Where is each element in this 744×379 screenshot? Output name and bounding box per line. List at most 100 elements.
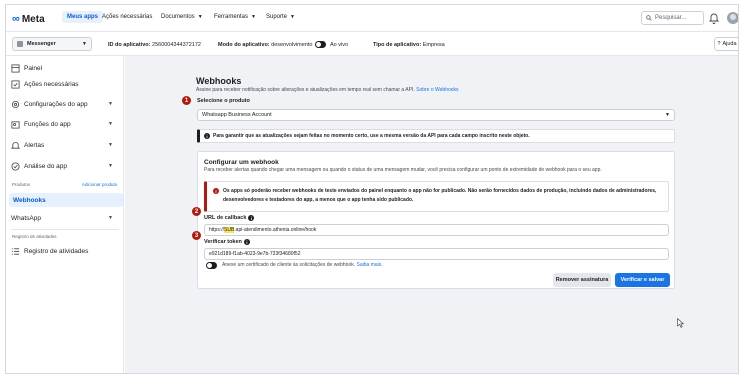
- app-icon: [17, 41, 23, 47]
- dashboard-icon: [11, 63, 20, 73]
- sidebar-item-label: Análise do app: [24, 162, 68, 170]
- sidebar-item-dashboard[interactable]: Painel: [11, 61, 119, 75]
- chevron-down-icon: ▼: [108, 163, 113, 169]
- live-label: Ao vivo: [330, 42, 349, 48]
- nav-documents-label: Documentos: [161, 14, 195, 20]
- sidebar-item-label: Webhooks: [13, 196, 46, 204]
- top-nav: ∞ Meta Meus apps Ações necessárias Docum…: [6, 5, 738, 32]
- nav-my-apps-label: Meus apps: [67, 14, 99, 20]
- card-subtitle: Para receber alertas quando chegar uma m…: [204, 167, 602, 173]
- callback-url-label-text: URL de callback: [204, 215, 247, 221]
- info-icon: i: [243, 239, 250, 245]
- sidebar-item-label: Registro de atividades: [24, 247, 89, 255]
- chevron-down-icon: ▼: [108, 121, 113, 127]
- about-webhooks-link[interactable]: Sobre o Webhooks: [416, 87, 458, 93]
- chevron-down-icon: ▼: [108, 215, 113, 221]
- page-subtitle-text: Assine para receber notificação sobre al…: [196, 87, 415, 93]
- caret-down-icon: ▼: [251, 14, 256, 20]
- add-product-link[interactable]: Adicionar produto: [82, 182, 117, 187]
- product-select-value: Whatsapp Business Account: [202, 112, 272, 118]
- callback-url-highlight: SUB: [224, 227, 235, 233]
- product-select[interactable]: Whatsapp Business Account ▼: [197, 109, 675, 121]
- api-version-notice-text: Para garantir que as atualizações sejam …: [213, 133, 530, 139]
- webhook-config-card: Configurar um webhook Para receber alert…: [197, 151, 675, 289]
- sidebar: Painel Ações necessárias Configurações d…: [6, 56, 124, 373]
- step-badge-3: 3: [192, 231, 201, 240]
- nav-actions-needed[interactable]: Ações necessárias: [102, 14, 152, 20]
- main-content: Webhooks Assine para receber notificação…: [125, 56, 738, 373]
- card-title: Configurar um webhook: [204, 159, 279, 166]
- verify-token-label: Verificar token i: [204, 239, 250, 245]
- callback-url-suffix: .api-atendimento.athenia.online/hook: [234, 227, 317, 233]
- learn-more-link[interactable]: Saiba mais.: [357, 262, 383, 268]
- nav-documents[interactable]: Documentos ▼: [161, 14, 203, 20]
- nav-tools-label: Ferramentas: [214, 14, 249, 20]
- activity-section-label: Registro de atividades: [12, 234, 57, 239]
- sidebar-item-app-settings[interactable]: Configurações do app ▼: [11, 97, 119, 111]
- help-icon: ?: [717, 41, 721, 47]
- warning-text: Os apps só poderão receber webhooks de t…: [223, 188, 657, 203]
- verify-and-save-button[interactable]: Verificar e salvar: [615, 273, 670, 287]
- info-icon: i: [204, 133, 210, 139]
- warning-icon: !: [213, 188, 219, 194]
- chevron-down-icon: ▼: [108, 142, 113, 148]
- search-input[interactable]: Pesquisar...: [641, 11, 704, 25]
- list-icon: [11, 247, 20, 255]
- caret-down-icon: ▼: [197, 14, 203, 20]
- sidebar-item-actions[interactable]: Ações necessárias: [11, 77, 119, 91]
- help-label: Ajuda: [722, 41, 737, 47]
- nav-actions-needed-label: Ações necessárias: [102, 14, 153, 20]
- sidebar-item-webhooks[interactable]: Webhooks: [9, 193, 123, 207]
- nav-support[interactable]: Suporte ▼: [266, 14, 295, 20]
- sidebar-item-whatsapp[interactable]: WhatsApp ▼: [11, 211, 119, 225]
- client-cert-label: Anexe um certificado de cliente às solic…: [222, 262, 356, 268]
- sidebar-item-label: Alertas: [24, 141, 45, 149]
- sidebar-item-app-review[interactable]: Análise do app ▼: [11, 159, 119, 173]
- nav-tools[interactable]: Ferramentas ▼: [214, 14, 256, 20]
- sidebar-item-activity-log[interactable]: Registro de atividades: [11, 244, 119, 258]
- app-id: ID do aplicativo: 2560004344372172: [108, 42, 201, 48]
- api-version-notice: i Para garantir que as atualizações seja…: [197, 129, 675, 143]
- page-subtitle: Assine para receber notificação sobre al…: [196, 87, 459, 93]
- step-badge-1: 1: [182, 96, 191, 105]
- test-webhooks-warning: ! Os apps só poderão receber webhooks de…: [204, 181, 669, 212]
- sidebar-item-alerts[interactable]: Alertas ▼: [11, 138, 119, 152]
- caret-down-icon: ▼: [82, 41, 87, 47]
- app-id-value: 2560004344372172: [152, 42, 201, 48]
- remove-subscription-button[interactable]: Remover assinatura: [553, 273, 611, 287]
- meta-logo[interactable]: ∞ Meta: [12, 13, 45, 25]
- app-selector[interactable]: Messenger ▼: [12, 37, 92, 51]
- bell-icon: [11, 141, 20, 149]
- verify-token-input[interactable]: e921d189-f1ab-4023-9e7b-733f34680f52: [204, 248, 669, 260]
- avatar[interactable]: [727, 12, 738, 24]
- app-type: Tipo de aplicativo: Empresa: [373, 42, 445, 48]
- callback-url-input[interactable]: https://SUB .api-atendimento.athenia.onli…: [204, 224, 669, 236]
- check-circle-icon: [11, 161, 20, 171]
- app-mode-value: desenvolvimento: [271, 42, 313, 48]
- sidebar-item-label: WhatsApp: [11, 214, 41, 222]
- verify-token-value: e921d189-f1ab-4023-9e7b-733f34680f52: [209, 251, 301, 257]
- callback-url-prefix: https://: [209, 227, 225, 233]
- meta-logo-text: Meta: [21, 13, 45, 25]
- search-placeholder: Pesquisar...: [655, 15, 687, 21]
- help-button[interactable]: ? Ajuda: [714, 37, 738, 51]
- gear-icon: [11, 100, 20, 108]
- chevron-down-icon: ▼: [108, 101, 113, 107]
- nav-support-label: Suporte: [266, 14, 288, 20]
- roles-icon: [11, 120, 20, 129]
- sidebar-item-label: Ações necessárias: [24, 80, 79, 88]
- caret-down-icon: ▼: [665, 112, 670, 118]
- sidebar-item-app-roles[interactable]: Funções do app ▼: [11, 117, 119, 131]
- nav-my-apps[interactable]: Meus apps: [62, 11, 104, 23]
- caret-down-icon: ▼: [290, 14, 295, 20]
- client-cert-text: Anexe um certificado de cliente às solic…: [222, 262, 383, 268]
- verify-token-label-text: Verificar token: [204, 239, 242, 245]
- app-window: ∞ Meta Meus apps Ações necessárias Docum…: [5, 4, 739, 374]
- app-type-value: Empresa: [422, 42, 445, 48]
- client-cert-toggle[interactable]: [206, 262, 217, 269]
- live-toggle[interactable]: [315, 41, 326, 48]
- select-product-label: Selecione o produto: [197, 98, 250, 104]
- bell-icon[interactable]: [709, 12, 719, 24]
- products-section-label: Produtos: [12, 182, 31, 187]
- sidebar-item-label: Painel: [24, 64, 43, 72]
